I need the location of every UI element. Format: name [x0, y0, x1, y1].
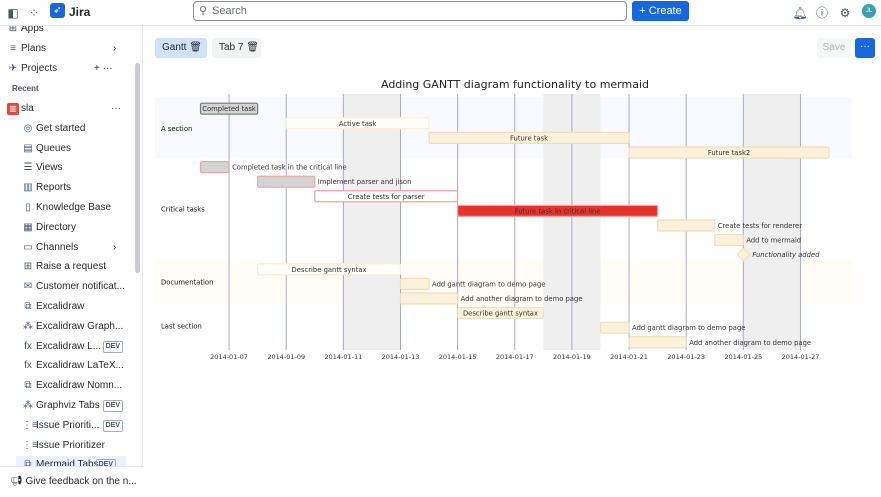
weekend-shading — [343, 94, 401, 350]
section-label: Critical tasks — [161, 206, 205, 214]
task-label: Add gantt diagram to demo page — [432, 280, 545, 288]
x-tick-label: 2014-01-15 — [439, 353, 477, 361]
x-tick-label: 2014-01-23 — [667, 353, 705, 361]
gantt-chart: 2014-01-07 2014-01-09 2014-01-11 2014-01-13… — [155, 78, 852, 361]
task-label: Active task — [339, 120, 377, 128]
task-bar — [714, 233, 744, 247]
task-label: Completed task — [202, 105, 256, 113]
task-label: Future task — [510, 134, 548, 142]
task-label: Add gantt diagram to demo page — [632, 324, 745, 332]
task-bar — [599, 321, 630, 334]
task-label: Add another diagram to demo page — [689, 339, 811, 347]
section-label: Documentation — [161, 279, 213, 287]
x-tick-label: 2014-01-11 — [324, 353, 362, 361]
x-tick-label: 2014-01-27 — [782, 353, 820, 361]
x-tick-label: 2014-01-25 — [724, 353, 762, 361]
task-bar — [657, 219, 716, 232]
task-label: Future task2 — [708, 149, 750, 157]
task-label: Create tests for parser — [348, 193, 425, 201]
section-label: A section — [161, 125, 192, 133]
task-bar — [628, 336, 687, 349]
x-tick-label: 2014-01-07 — [210, 353, 248, 361]
section-label: Last section — [161, 322, 202, 330]
task-label: Completed task in the critical line — [232, 164, 347, 172]
task-label: Create tests for renderer — [718, 222, 802, 230]
x-tick-label: 2014-01-19 — [553, 353, 591, 361]
x-tick-label: 2014-01-13 — [382, 353, 420, 361]
task-bar — [399, 277, 430, 290]
x-tick-label: 2014-01-21 — [610, 353, 648, 361]
task-bar — [199, 160, 230, 174]
x-tick-label: 2014-01-17 — [496, 353, 534, 361]
task-label: Add to mermaid — [746, 237, 801, 245]
task-label: Add another diagram to demo page — [461, 295, 583, 303]
task-label: Implement parser and jison — [318, 178, 412, 186]
task-label: Future task in critical line — [515, 207, 601, 215]
task-label: Describe gantt syntax — [463, 310, 538, 318]
x-tick-label: 2014-01-09 — [267, 353, 305, 361]
chart-title: Adding GANTT diagram functionality to me… — [381, 78, 649, 91]
task-bar — [257, 175, 316, 188]
milestone-label: Functionality added — [752, 251, 820, 259]
task-bar — [399, 292, 459, 305]
task-label: Describe gantt syntax — [292, 266, 367, 274]
